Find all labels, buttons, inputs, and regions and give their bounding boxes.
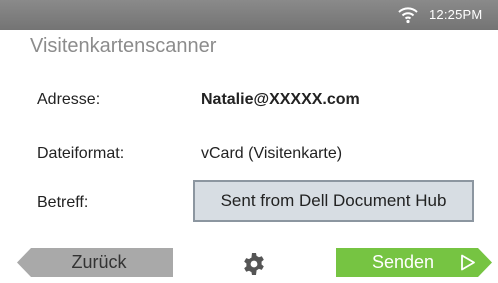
subject-label: Betreff: bbox=[37, 194, 89, 211]
play-arrow-icon bbox=[461, 254, 475, 271]
address-value[interactable]: Natalie@XXXXX.com bbox=[201, 91, 360, 109]
subject-field[interactable]: Sent from Dell Document Hub bbox=[193, 180, 474, 222]
send-button[interactable]: Senden bbox=[336, 248, 492, 277]
send-button-label: Senden bbox=[372, 252, 435, 272]
file-format-label: Dateiformat: bbox=[37, 145, 125, 162]
back-button[interactable]: Zurück bbox=[17, 248, 173, 277]
status-bar: 12:25PM bbox=[0, 0, 498, 30]
wifi-icon bbox=[398, 7, 418, 24]
file-format-value[interactable]: vCard (Visitenkarte) bbox=[201, 145, 342, 163]
business-card-scanner-screen: 12:25PM Visitenkartenscanner Adresse: Na… bbox=[0, 0, 498, 283]
address-label: Adresse: bbox=[37, 91, 101, 108]
status-time: 12:25PM bbox=[429, 7, 483, 22]
gear-icon[interactable] bbox=[242, 252, 266, 276]
back-button-label: Zurück bbox=[71, 252, 127, 272]
app-title: Visitenkartenscanner bbox=[30, 35, 217, 57]
